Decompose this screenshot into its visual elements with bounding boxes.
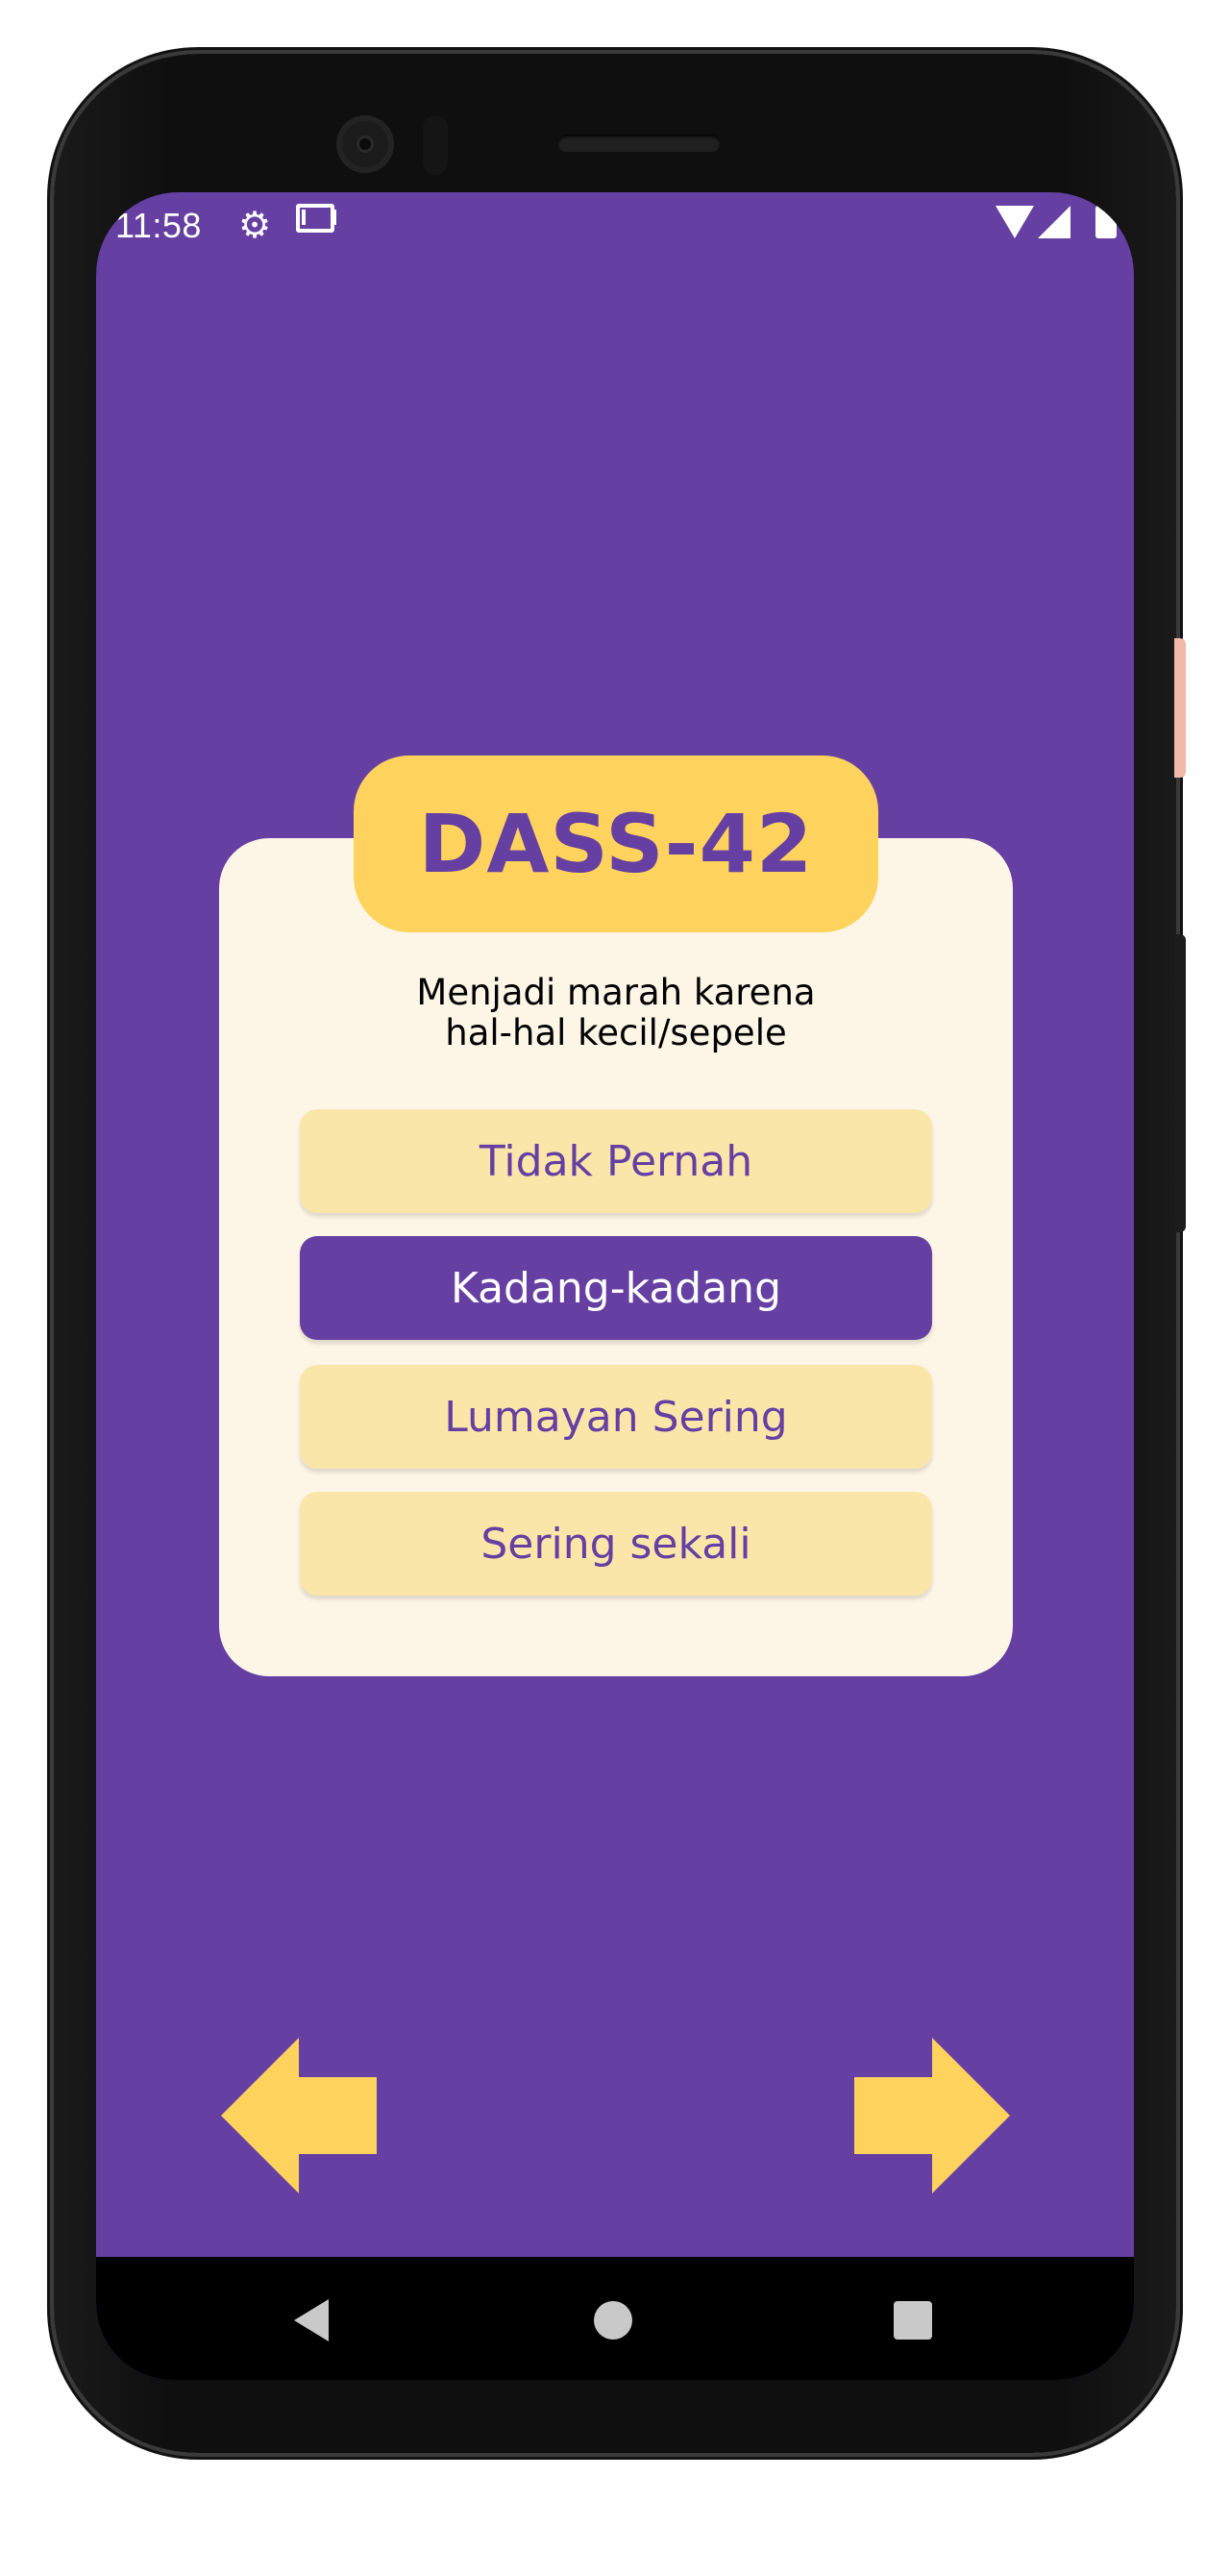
app-screen: 11:58 ⚙ DASS-42 Menjadi marah karena hal… [96, 192, 1134, 2380]
question-line-1: Menjadi marah karena [416, 972, 816, 1013]
option-tidak-pernah[interactable]: Tidak Pernah [300, 1109, 932, 1213]
quiz-title: DASS-42 [418, 797, 814, 891]
volume-button [1174, 934, 1186, 1232]
cell-signal-icon [1038, 206, 1070, 238]
power-button [1174, 638, 1186, 778]
option-lumayan-sering[interactable]: Lumayan Sering [300, 1365, 932, 1469]
wifi-icon [996, 206, 1034, 238]
question-line-2: hal-hal kecil/sepele [445, 1012, 787, 1053]
option-sering-sekali[interactable]: Sering sekali [300, 1492, 932, 1596]
back-icon[interactable] [294, 2299, 329, 2341]
recents-icon[interactable] [894, 2301, 932, 2340]
arrow-left-icon[interactable] [221, 2038, 377, 2193]
option-kadang-kadang[interactable]: Kadang-kadang [300, 1236, 932, 1340]
earpiece-speaker [557, 135, 721, 152]
system-navigation-bar [96, 2257, 1134, 2380]
quiz-title-badge: DASS-42 [354, 755, 878, 932]
proximity-sensor [423, 115, 448, 175]
status-time: 11:58 [115, 206, 202, 245]
status-bar: 11:58 ⚙ [96, 192, 1134, 260]
front-camera [336, 115, 394, 173]
gear-icon: ⚙ [238, 206, 272, 246]
battery-icon [1095, 206, 1117, 238]
gmail-icon [296, 204, 334, 233]
arrow-right-icon[interactable] [854, 2038, 1010, 2193]
question-text: Menjadi marah karena hal-hal kecil/sepel… [219, 973, 1013, 1053]
home-icon[interactable] [594, 2301, 632, 2340]
